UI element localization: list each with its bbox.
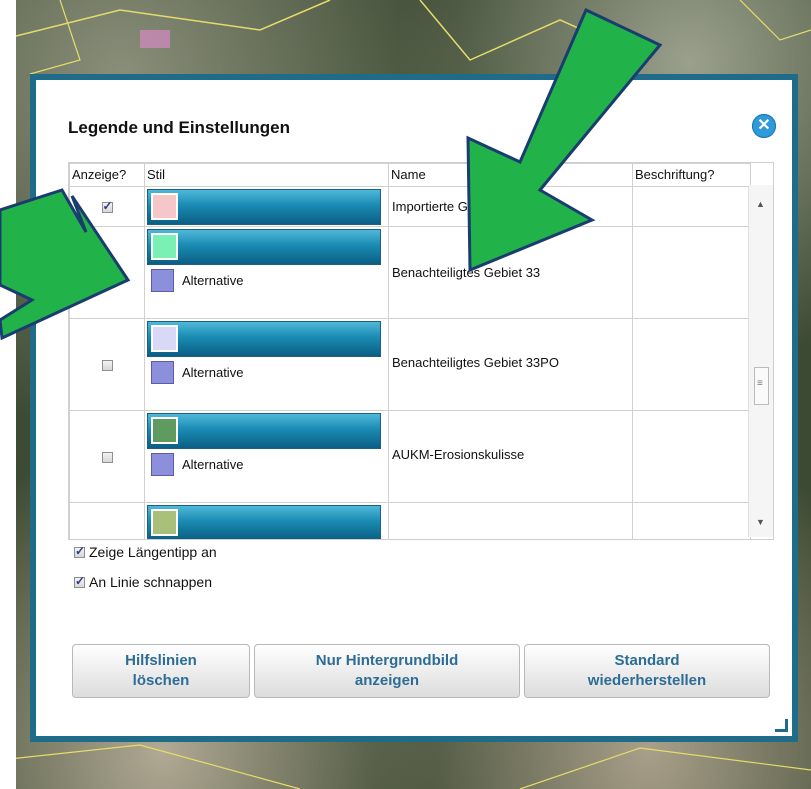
arrow-right-icon [466,7,663,273]
annotation-arrows [0,7,663,341]
arrow-left-icon [0,188,131,341]
